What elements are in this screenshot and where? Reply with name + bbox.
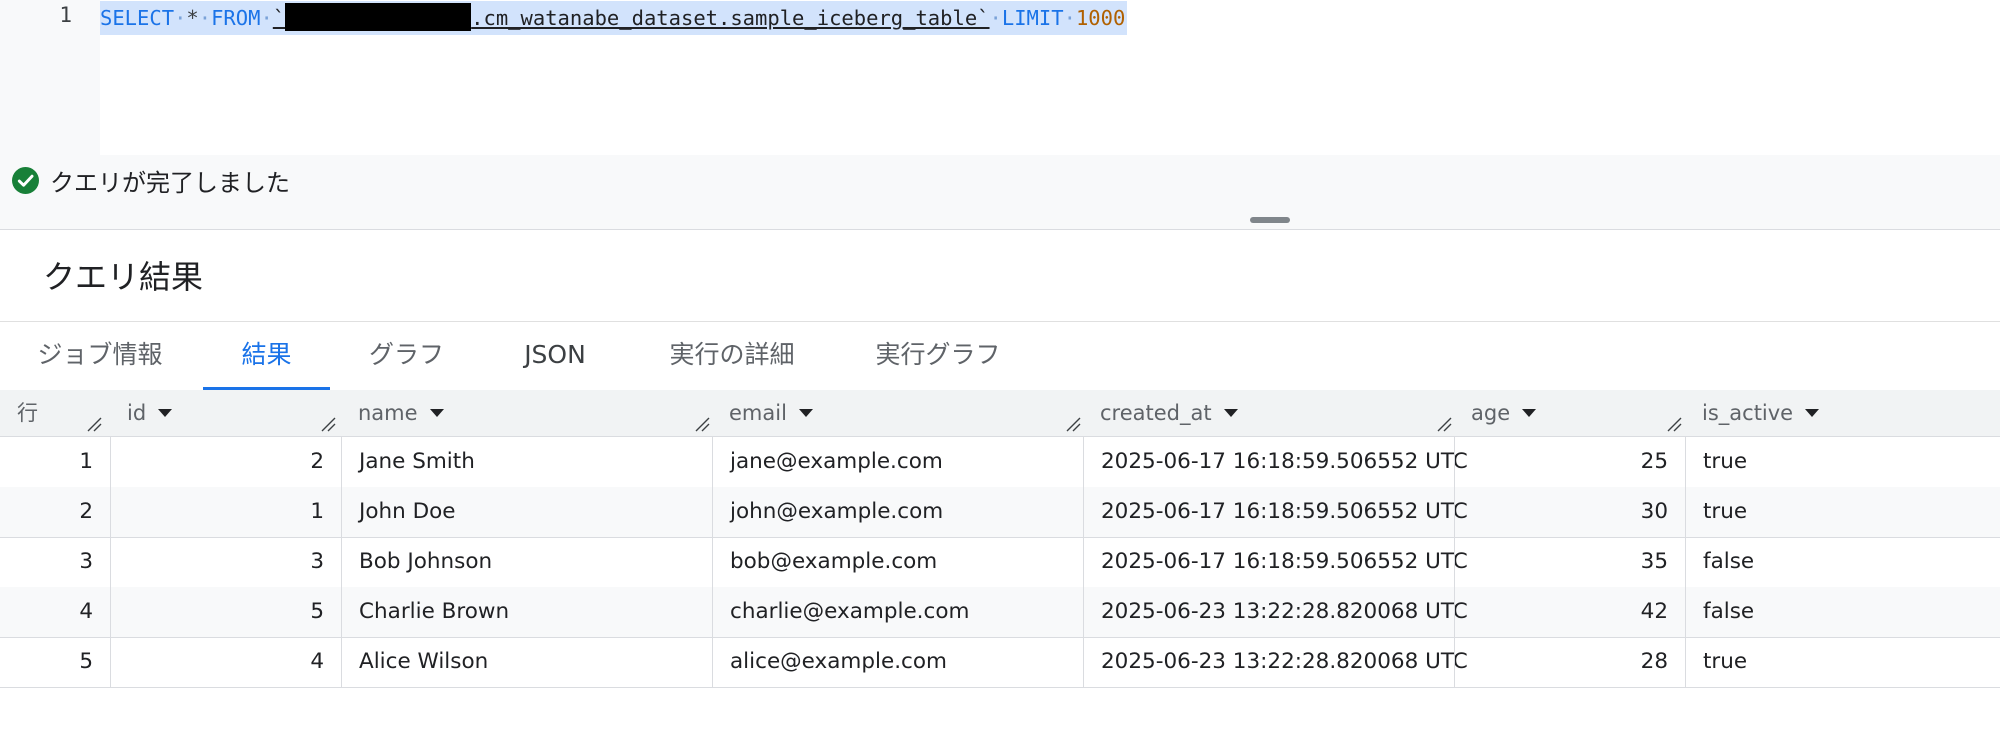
line-gutter: 1 [0, 0, 100, 155]
cell-age: 28 [1454, 637, 1685, 687]
cell-email: bob@example.com [712, 537, 1083, 587]
cell-row-number: 1 [79, 449, 93, 474]
arrow-drop-down-icon[interactable] [429, 409, 444, 417]
cell-is-active: true [1685, 437, 2000, 487]
cell-email: charlie@example.com [712, 587, 1083, 637]
cell-is-active: true [1685, 637, 2000, 687]
cell-name: John Doe [341, 487, 712, 537]
cell-age: 30 [1454, 487, 1685, 537]
cell-row-number: 5 [79, 649, 93, 674]
column-header-row-number: 行 [0, 390, 110, 436]
arrow-drop-down-icon[interactable] [1805, 409, 1820, 417]
sql-backtick: ` [272, 6, 286, 30]
sql-limit-value: 1000 [1075, 6, 1126, 30]
tab-results[interactable]: 結果 [203, 322, 330, 391]
sql-keyword-from: FROM [211, 6, 261, 30]
tab-execution-graph[interactable]: 実行グラフ [862, 322, 1014, 390]
cell-age: 35 [1454, 537, 1685, 587]
results-tabs: ジョブ情報 結果 グラフ JSON 実行の詳細 実行グラフ [0, 321, 2000, 391]
arrow-drop-down-icon[interactable] [798, 409, 813, 417]
column-header-email[interactable]: email [712, 390, 1083, 436]
cell-created-at: 2025-06-17 16:18:59.506552 UTC [1083, 537, 1468, 587]
cell-name: Alice Wilson [341, 637, 712, 687]
cell-is-active: false [1685, 537, 2000, 587]
table-header-row: 行 id name email created_at age is_active [0, 390, 2000, 437]
sql-keyword-limit: LIMIT [1001, 6, 1064, 30]
cell-name: Jane Smith [341, 437, 712, 487]
cell-created-at: 2025-06-23 13:22:28.820068 UTC [1083, 587, 1468, 637]
arrow-drop-down-icon[interactable] [1522, 409, 1537, 417]
cell-is-active: false [1685, 587, 2000, 637]
column-header-created-at[interactable]: created_at [1083, 390, 1454, 436]
panel-resize-handle[interactable] [1250, 217, 1290, 223]
check-circle-icon [12, 167, 39, 194]
query-status-bar: クエリが完了しました [0, 155, 2000, 230]
status-text: クエリが完了しました [50, 169, 290, 197]
tab-job-info[interactable]: ジョブ情報 [22, 322, 178, 390]
cell-id: 3 [110, 537, 341, 587]
resize-handle-icon[interactable] [1666, 416, 1682, 432]
tab-chart[interactable]: グラフ [354, 322, 459, 390]
column-header-age[interactable]: age [1454, 390, 1684, 436]
cell-id: 4 [110, 637, 341, 687]
cell-created-at: 2025-06-17 16:18:59.506552 UTC [1083, 437, 1468, 487]
resize-handle-icon[interactable] [1065, 416, 1081, 432]
redacted-project-id [285, 3, 472, 31]
cell-row-number: 3 [79, 549, 93, 574]
table-row[interactable]: 5 4 Alice Wilson alice@example.com 2025-06-2… [0, 637, 2000, 688]
resize-handle-icon[interactable] [694, 416, 710, 432]
column-header-is-active[interactable]: is_active [1685, 390, 2000, 436]
column-header-id[interactable]: id [110, 390, 340, 436]
cell-id: 2 [110, 437, 341, 487]
sql-keyword-select: SELECT [100, 6, 175, 30]
sql-code-line[interactable]: SELECT·*·FROM·` .cm_watanabe_dataset.samp… [100, 1, 1128, 35]
cell-created-at: 2025-06-17 16:18:59.506552 UTC [1083, 487, 1468, 537]
cell-row-number: 4 [79, 599, 93, 624]
cell-name: Charlie Brown [341, 587, 712, 637]
resize-handle-icon[interactable] [86, 416, 102, 432]
cell-email: jane@example.com [712, 437, 1083, 487]
cell-id: 1 [110, 487, 341, 537]
cell-name: Bob Johnson [341, 537, 712, 587]
cell-age: 42 [1454, 587, 1685, 637]
table-row[interactable]: 4 5 Charlie Brown charlie@example.com 2025-0… [0, 587, 2000, 638]
tab-execution-details[interactable]: 実行の詳細 [656, 322, 808, 390]
cell-created-at: 2025-06-23 13:22:28.820068 UTC [1083, 637, 1468, 687]
table-row[interactable]: 3 3 Bob Johnson bob@example.com 2025-06-17 1… [0, 537, 2000, 588]
cell-row-number: 2 [79, 499, 93, 524]
cell-email: alice@example.com [712, 637, 1083, 687]
arrow-drop-down-icon[interactable] [1223, 409, 1238, 417]
sql-star: * [186, 6, 199, 30]
cell-id: 5 [110, 587, 341, 637]
sql-editor[interactable]: 1 SELECT·*·FROM·` .cm_watanabe_dataset.sa… [0, 0, 2000, 155]
table-row[interactable]: 2 1 John Doe john@example.com 2025-06-17 16:… [0, 487, 2000, 538]
resize-handle-icon[interactable] [320, 416, 336, 432]
arrow-drop-down-icon[interactable] [158, 409, 173, 417]
results-title: クエリ結果 [43, 258, 204, 296]
cell-email: john@example.com [712, 487, 1083, 537]
cell-age: 25 [1454, 437, 1685, 487]
cell-is-active: true [1685, 487, 2000, 537]
column-header-name[interactable]: name [341, 390, 712, 436]
sql-table-name: .cm_watanabe_dataset.sample_iceberg_tabl… [471, 6, 990, 30]
resize-handle-icon[interactable] [1436, 416, 1452, 432]
line-number: 1 [59, 3, 72, 27]
table-row[interactable]: 1 2 Jane Smith jane@example.com 2025-06-17 1… [0, 437, 2000, 488]
tab-json[interactable]: JSON [505, 322, 605, 390]
